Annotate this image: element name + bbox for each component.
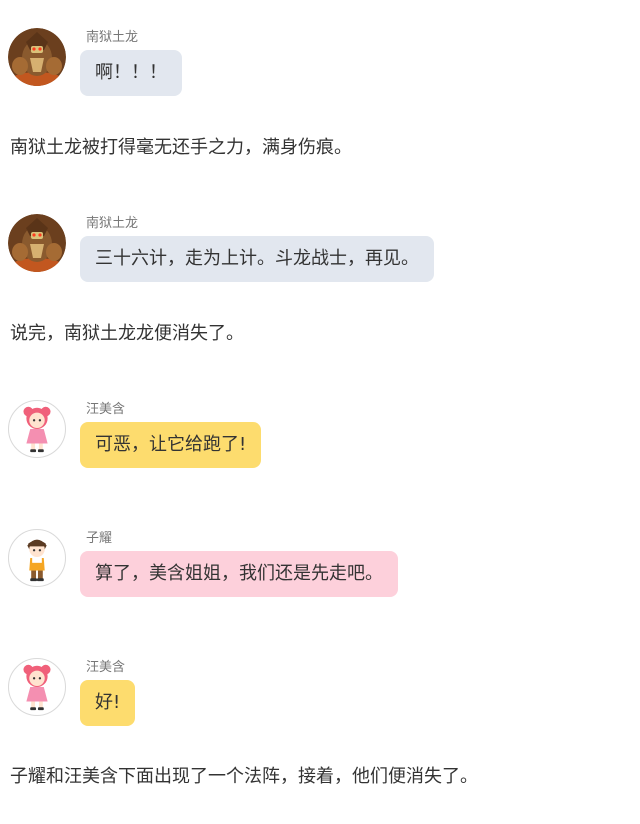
message-bubble[interactable]: 啊！！！ (80, 50, 182, 96)
speaker-name: 汪美含 (86, 402, 126, 417)
message-bubble[interactable]: 好! (80, 680, 136, 726)
boy-avatar-icon (27, 539, 47, 582)
avatar[interactable] (8, 658, 66, 716)
message-bubble[interactable]: 三十六计，走为上计。斗龙战士，再见。 (80, 236, 434, 282)
earth-dragon-avatar-icon (8, 28, 66, 86)
girl-avatar-icon (23, 664, 51, 711)
avatar[interactable] (8, 400, 66, 458)
avatar[interactable] (8, 529, 66, 587)
narration-text: 说完，南狱土龙龙便消失了。 (10, 323, 244, 344)
speaker-name: 南狱土龙 (86, 30, 139, 45)
avatar[interactable] (8, 28, 66, 86)
avatar[interactable] (8, 214, 66, 272)
narration-text: 南狱土龙被打得毫无还手之力，满身伤痕。 (10, 137, 352, 158)
girl-avatar-icon (23, 406, 51, 453)
speaker-name: 子耀 (86, 531, 113, 546)
message-bubble[interactable]: 可恶，让它给跑了! (80, 422, 262, 468)
earth-dragon-avatar-icon (8, 214, 66, 272)
message-bubble[interactable]: 算了，美含姐姐，我们还是先走吧。 (80, 551, 398, 597)
speaker-name: 南狱土龙 (86, 216, 139, 231)
speaker-name: 汪美含 (86, 660, 126, 675)
narration-text: 子耀和汪美含下面出现了一个法阵，接着，他们便消失了。 (10, 766, 478, 787)
